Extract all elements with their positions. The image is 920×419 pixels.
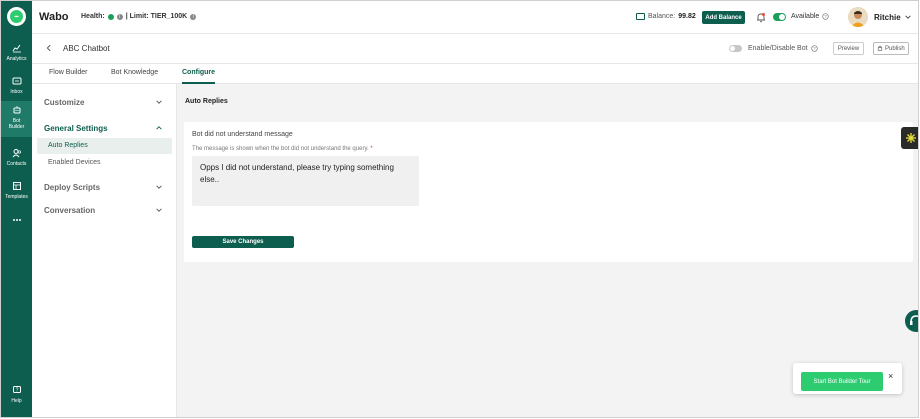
tab-configure[interactable]: Configure: [182, 69, 216, 84]
support-chat-button[interactable]: [905, 310, 918, 332]
tour-popup: Start Bot Builder Tour ×: [793, 363, 902, 394]
health-label: Health:: [81, 13, 105, 20]
description-text: The message is shown when the bot did no…: [192, 146, 369, 152]
question-circle-icon[interactable]: ?: [810, 45, 818, 52]
top-bar: Wabo Health: i | Limit: TIER_100K i Bala…: [32, 1, 918, 34]
menu-item-auto-replies[interactable]: Auto Replies: [37, 138, 172, 154]
enable-bot-status: Enable/Disable Bot ?: [748, 45, 818, 52]
chevron-up-icon[interactable]: [155, 124, 163, 132]
balance-label: Balance:: [648, 13, 676, 20]
svg-text:?: ?: [15, 388, 18, 394]
rail-label: Bot Builder: [8, 118, 25, 130]
availability-label: Available: [791, 13, 820, 20]
rail-item-inbox[interactable]: Inbox: [1, 72, 32, 104]
chevron-down-icon[interactable]: [155, 183, 163, 191]
rail-item-contacts[interactable]: Contacts: [1, 144, 32, 176]
rail-label: Contacts: [6, 161, 27, 167]
info-icon[interactable]: i: [116, 13, 123, 20]
chat-bubble-icon: [10, 10, 23, 23]
menu-section-deploy-scripts[interactable]: Deploy Scripts: [44, 183, 100, 192]
balance-display: Balance: 99.82: [636, 13, 696, 20]
rail-item-analytics[interactable]: Analytics: [1, 39, 32, 71]
limit-label: | Limit: TIER_100K: [125, 13, 188, 20]
svg-text:?: ?: [813, 46, 816, 51]
rail-label: Templates: [5, 194, 28, 200]
rail-item-templates[interactable]: Templates: [1, 177, 32, 209]
back-arrow-icon[interactable]: [45, 44, 53, 52]
rail-item-bot-builder[interactable]: Bot Builder: [1, 101, 32, 137]
left-rail: Analytics Inbox Bot Builder Contacts Tem…: [1, 1, 32, 417]
enable-bot-label: Enable/Disable Bot: [748, 45, 808, 52]
publish-label: Publish: [884, 46, 905, 52]
chevron-down-icon[interactable]: [155, 206, 163, 214]
required-mark: *: [370, 146, 373, 152]
balance-value: 99.82: [678, 13, 696, 20]
wallet-icon: [636, 13, 645, 20]
start-tour-button[interactable]: Start Bot Builder Tour: [801, 372, 883, 391]
brand-name: Wabo: [39, 11, 69, 23]
publish-button[interactable]: Publish: [873, 42, 909, 55]
enable-bot-toggle[interactable]: [729, 45, 742, 52]
section-title: Auto Replies: [185, 98, 228, 105]
more-dots-icon: [12, 219, 21, 221]
templates-icon: [12, 182, 21, 190]
rail-label: Analytics: [6, 56, 27, 62]
user-avatar[interactable]: [848, 7, 868, 27]
app-logo[interactable]: [7, 7, 26, 26]
availability-toggle[interactable]: [773, 13, 786, 21]
app-window: Analytics Inbox Bot Builder Contacts Tem…: [0, 0, 919, 418]
rail-label: Help: [11, 398, 22, 404]
inbox-icon: [12, 77, 21, 85]
preview-button[interactable]: Preview: [833, 42, 864, 55]
chart-line-icon: [12, 44, 21, 53]
rail-label: Inbox: [10, 89, 23, 95]
menu-section-general-settings[interactable]: General Settings: [44, 124, 108, 133]
availability-status: Available ?: [791, 13, 829, 20]
card-description: The message is shown when the bot did no…: [192, 146, 373, 152]
menu-item-enabled-devices[interactable]: Enabled Devices: [37, 155, 172, 171]
side-widget-tab[interactable]: [901, 127, 918, 149]
more-button[interactable]: [1, 211, 32, 227]
chevron-down-icon[interactable]: [904, 13, 912, 21]
robot-icon: [13, 106, 20, 114]
menu-section-conversation[interactable]: Conversation: [44, 206, 95, 215]
lock-icon: [878, 45, 883, 51]
auto-reply-card: Bot did not understand message The messa…: [184, 122, 913, 262]
card-title: Bot did not understand message: [192, 131, 293, 138]
save-changes-button[interactable]: Save Changes: [192, 236, 294, 248]
user-name[interactable]: Ritchie: [874, 13, 901, 22]
health-status: Health: i | Limit: TIER_100K i: [81, 13, 197, 20]
svg-text:?: ?: [825, 14, 828, 19]
tab-flow-builder[interactable]: Flow Builder: [49, 69, 88, 84]
rail-item-help[interactable]: ? Help: [1, 381, 32, 413]
bot-header: ABC Chatbot Enable/Disable Bot ? Preview…: [32, 34, 918, 64]
menu-section-customize[interactable]: Customize: [44, 98, 84, 107]
sparkle-icon: [905, 133, 916, 143]
fallback-message-input[interactable]: [192, 156, 419, 206]
help-icon: ?: [12, 386, 21, 394]
question-circle-icon[interactable]: ?: [822, 13, 829, 20]
configure-menu: Customize General Settings Auto Replies …: [32, 84, 177, 417]
builder-tabs: Flow Builder Bot Knowledge Configure: [32, 64, 918, 84]
health-status-dot: [107, 13, 114, 20]
info-icon[interactable]: i: [190, 13, 197, 20]
headset-icon: [910, 315, 918, 325]
person-avatar-icon: [848, 7, 868, 27]
chevron-down-icon[interactable]: [155, 98, 163, 106]
tab-bot-knowledge[interactable]: Bot Knowledge: [111, 69, 158, 84]
notification-bell-icon[interactable]: [756, 12, 766, 23]
bot-title: ABC Chatbot: [63, 44, 110, 53]
close-icon[interactable]: ×: [888, 371, 893, 381]
add-balance-button[interactable]: Add Balance: [702, 11, 745, 24]
contacts-icon: [12, 149, 21, 158]
